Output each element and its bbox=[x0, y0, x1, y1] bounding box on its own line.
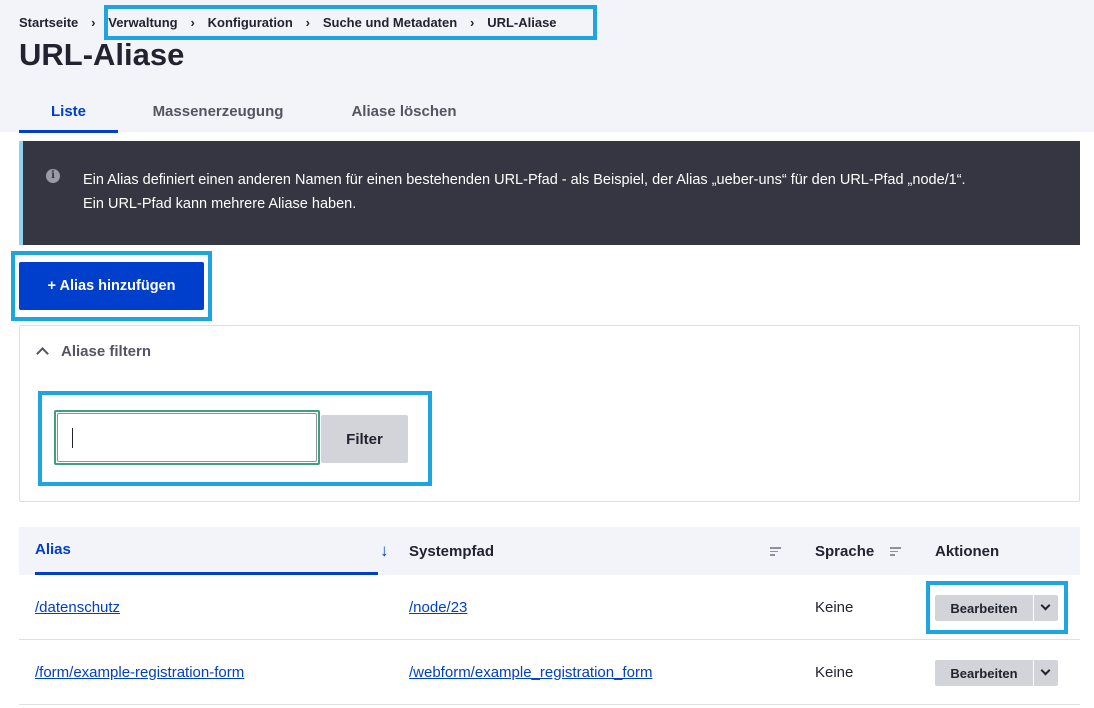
table-header: Alias ↓ Systempfad Sprache Aktionen bbox=[19, 527, 1080, 575]
tab-massenerzeugung[interactable]: Massenerzeugung bbox=[118, 90, 318, 133]
edit-button[interactable]: Bearbeiten bbox=[935, 660, 1033, 686]
page-header: Startseite › Verwaltung › Konfiguration … bbox=[0, 0, 1094, 133]
column-header-alias-label: Alias bbox=[35, 541, 71, 558]
page-title: URL-Aliase bbox=[19, 37, 185, 72]
language-value: Keine bbox=[815, 598, 854, 616]
breadcrumb-startseite[interactable]: Startseite bbox=[19, 15, 78, 30]
info-icon: i bbox=[46, 169, 60, 183]
info-message-line-1: Ein Alias definiert einen anderen Namen … bbox=[83, 172, 966, 188]
row-actions-highlight bbox=[926, 581, 1068, 634]
tab-liste[interactable]: Liste bbox=[19, 90, 118, 133]
info-message-text: Ein Alias definiert einen anderen Namen … bbox=[83, 168, 1073, 216]
chevron-down-icon bbox=[1040, 665, 1051, 676]
column-header-system-path[interactable]: Systempfad bbox=[409, 527, 494, 575]
column-header-system-path-label: Systempfad bbox=[409, 542, 495, 560]
column-header-alias[interactable]: Alias ↓ bbox=[35, 527, 389, 575]
chevron-up-icon bbox=[36, 347, 49, 360]
column-header-language-label: Sprache bbox=[815, 542, 875, 560]
actions-dropdown-button[interactable] bbox=[1034, 660, 1058, 686]
sort-icon bbox=[770, 547, 781, 556]
system-path-link[interactable]: /webform/example_registration_form bbox=[409, 640, 652, 704]
add-alias-highlight bbox=[11, 251, 212, 321]
alias-link[interactable]: /form/example-registration-form bbox=[35, 640, 244, 704]
table-row: /form/example-registration-form /webform… bbox=[19, 640, 1080, 705]
system-path-link[interactable]: /node/23 bbox=[409, 575, 467, 639]
row-actions: Bearbeiten bbox=[935, 660, 1058, 686]
info-message-line-2: Ein URL-Pfad kann mehrere Aliase haben. bbox=[83, 196, 357, 212]
filter-highlight bbox=[38, 391, 432, 486]
column-header-language[interactable]: Sprache bbox=[815, 527, 874, 575]
breadcrumb-highlight bbox=[104, 5, 597, 40]
tab-bar: Liste Massenerzeugung Aliase löschen bbox=[19, 90, 490, 133]
sort-descending-icon: ↓ bbox=[380, 541, 389, 560]
filter-summary-label: Aliase filtern bbox=[61, 343, 152, 360]
language-value: Keine bbox=[815, 663, 854, 681]
column-header-actions: Aktionen bbox=[935, 542, 1000, 560]
info-message: i Ein Alias definiert einen anderen Name… bbox=[19, 141, 1080, 245]
sort-icon bbox=[890, 547, 901, 556]
alias-link[interactable]: /datenschutz bbox=[35, 575, 120, 639]
tab-aliase-loeschen[interactable]: Aliase löschen bbox=[318, 90, 490, 133]
filter-toggle[interactable]: Aliase filtern bbox=[34, 343, 151, 360]
table-row: /datenschutz /node/23 Keine Bearbeiten bbox=[19, 575, 1080, 640]
